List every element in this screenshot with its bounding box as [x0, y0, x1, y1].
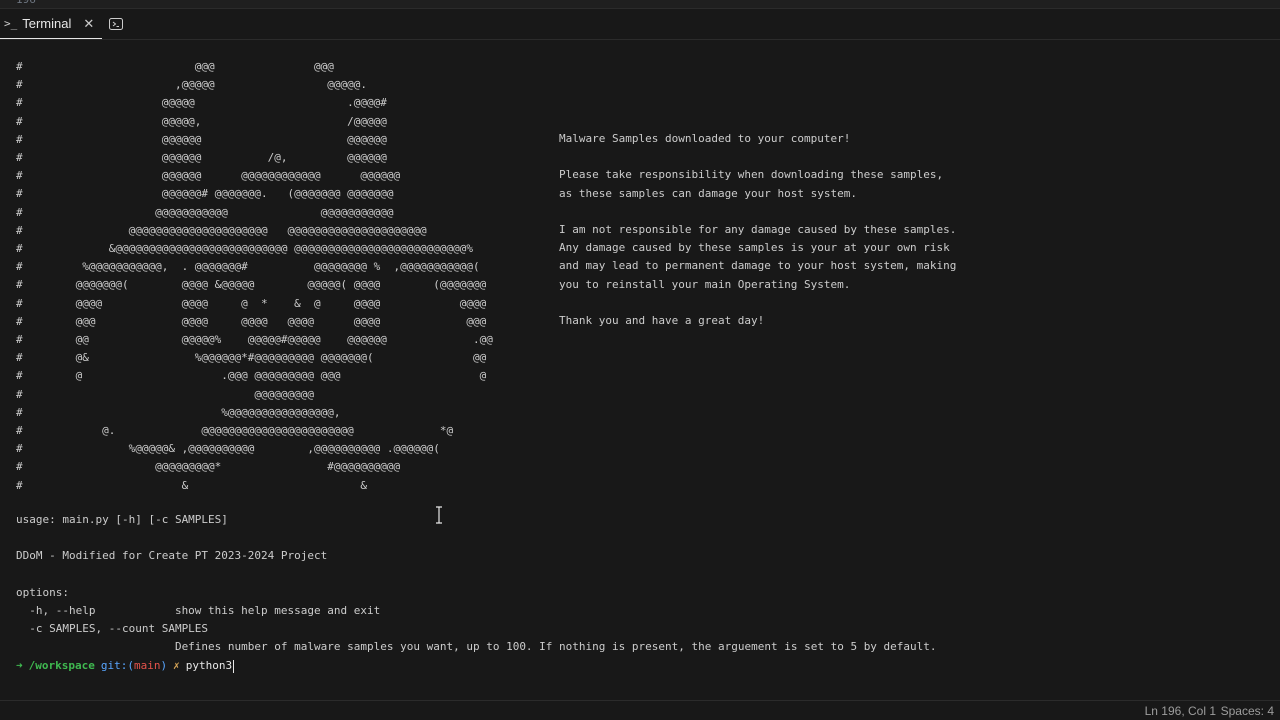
ascii-art-row: # &@@@@@@@@@@@@@@@@@@@@@@@@@@ @@@@@@@@@@… [16, 242, 473, 255]
prompt-arrow: ➜ [16, 659, 23, 672]
warning-message-line: I am not responsible for any damage caus… [559, 223, 957, 236]
warning-message-line: Please take responsibility when download… [559, 168, 944, 182]
status-bar: Ln 196, Col 1 Spaces: 4 [0, 700, 1280, 720]
option-count-description: Defines number of malware samples you wa… [16, 640, 937, 653]
ascii-art-row: # %@@@@@& ,@@@@@@@@@@ ,@@@@@@@@@@ .@@@@@… [16, 442, 440, 456]
warning-message-line: Malware Samples downloaded to your compu… [559, 132, 851, 145]
ascii-art-row: # @@@ @@@@ @@@@ @@@@ @@@@ @@@ [16, 314, 487, 328]
ascii-art-row: # @@@@@@# @@@@@@@. (@@@@@@@ @@@@@@@ [16, 187, 394, 201]
panel-tab-bar: >_ Terminal ✕ [0, 9, 1280, 40]
ascii-art-row: # %@@@@@@@@@@@@@@@@, [16, 405, 341, 419]
close-icon[interactable]: ✕ [83, 16, 94, 32]
warning-message-line: you to reinstall your main Operating Sys… [559, 277, 851, 291]
terminal-icon: >_ [4, 17, 18, 30]
prompt-dirty-mark: ✗ [173, 659, 180, 672]
ascii-art-row: # @@@@@@@@@* #@@@@@@@@@@ [16, 460, 401, 474]
ascii-art-row: # @@@@@@@@@ [16, 387, 315, 401]
indentation-setting[interactable]: Spaces: 4 [1221, 704, 1274, 718]
ascii-art-row: # @@ @@@@@% @@@@@#@@@@@ @@@@@@ .@@ [16, 333, 493, 346]
shell-prompt[interactable]: ➜ /workspace git:( main ) ✗ python3 [16, 657, 235, 675]
options-header: options: [16, 586, 69, 599]
terminal-output[interactable]: # @@@ @@@ # ,@@@@@ @@@@@. # @@@@@ .@@@@# # … [0, 40, 1280, 700]
description-line: DDoM - Modified for Create PT 2023-2024 … [16, 549, 328, 562]
ascii-art-row: # %@@@@@@@@@@@, . @@@@@@@# @@@@@@@@ % ,@… [16, 260, 480, 274]
ascii-art-row: # @@@@ @@@@ @ * & @ @@@@ @@@@ [16, 296, 487, 310]
ascii-art-row: # @@@@@, /@@@@@ [16, 114, 387, 128]
option-count: -c SAMPLES, --count SAMPLES [16, 622, 209, 635]
warning-message-line: and may lead to permanent damage to your… [559, 259, 957, 273]
ascii-art-row: # @@@@@@@( @@@@ &@@@@@ @@@@@( @@@@ (@@@@… [16, 278, 487, 292]
ibeam-cursor-icon [436, 506, 442, 524]
cursor-position[interactable]: Ln 196, Col 1 [1145, 704, 1216, 718]
ascii-art-row: # @@@@@ .@@@@# [16, 96, 387, 110]
ascii-art-row: # @@@@@@@@@@@ @@@@@@@@@@@ [16, 205, 394, 219]
editor-area-strip: 196 [0, 0, 1280, 9]
ascii-art-row: # @@@ @@@ [16, 60, 334, 73]
new-terminal-icon[interactable] [108, 16, 124, 32]
prompt-git-close: ) [160, 659, 168, 672]
warning-message-line: Thank you and have a great day! [559, 314, 765, 327]
option-help: -h, --help show this help message and ex… [16, 604, 381, 617]
usage-line: usage: main.py [-h] [-c SAMPLES] [16, 513, 228, 526]
ascii-art-row: # @. @@@@@@@@@@@@@@@@@@@@@@@ *@ [16, 424, 454, 437]
prompt-directory: /workspace [28, 659, 95, 672]
ascii-art-row: # ,@@@@@ @@@@@. [16, 78, 367, 92]
ascii-art-row: # @& %@@@@@@*#@@@@@@@@@ @@@@@@@( @@ [16, 351, 487, 365]
line-number: 196 [16, 0, 36, 6]
prompt-branch: main [133, 659, 161, 672]
prompt-git-label: git:( [100, 659, 134, 672]
ascii-art-row: # & & [16, 478, 367, 492]
tab-terminal-label: Terminal [22, 16, 72, 31]
ascii-art-row: # @ .@@@ @@@@@@@@@ @@@ @ [16, 369, 487, 383]
warning-message-line: as these samples can damage your host sy… [559, 186, 858, 200]
warning-message-line: Any damage caused by these samples is yo… [559, 241, 950, 255]
prompt-command-input[interactable]: python3 [186, 657, 232, 675]
ascii-art-row: # @@@@@@ /@, @@@@@@ [16, 151, 387, 164]
ascii-art-row: # @@@@@@@@@@@@@@@@@@@@@ @@@@@@@@@@@@@@@@… [16, 223, 427, 237]
ascii-art-row: # @@@@@@ @@@@@@@@@@@@ @@@@@@ [16, 169, 401, 183]
ascii-art-row: # @@@@@@ @@@@@@ [16, 132, 387, 146]
tab-terminal[interactable]: >_ Terminal ✕ [0, 9, 103, 39]
text-cursor [233, 659, 235, 673]
